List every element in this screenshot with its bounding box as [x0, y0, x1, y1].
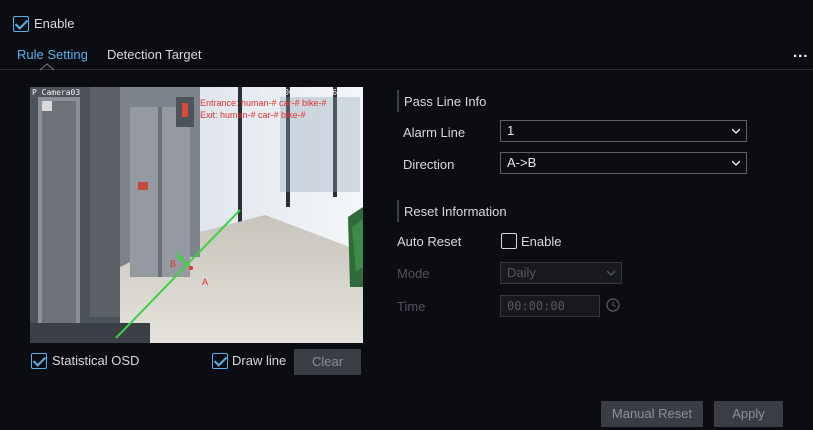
statistical-osd-label: Statistical OSD: [52, 353, 140, 368]
enable-checkbox[interactable]: [13, 16, 29, 32]
timestamp-osd: 2020/06/12 18:36:28: [260, 88, 352, 97]
manual-reset-button[interactable]: Manual Reset: [601, 401, 703, 427]
alarm-line-label: Alarm Line: [403, 125, 466, 140]
tab-detection-target[interactable]: Detection Target: [107, 47, 201, 62]
apply-button[interactable]: Apply: [714, 401, 783, 427]
time-value: 00:00:00: [507, 299, 565, 313]
auto-reset-enable-label: Enable: [521, 234, 562, 249]
clear-button[interactable]: Clear: [294, 349, 361, 375]
point-b-label: B: [170, 259, 177, 269]
clock-icon[interactable]: [606, 298, 620, 312]
camera-name-osd: P Camera03: [32, 88, 81, 97]
tab-detection-target-label: Detection Target: [107, 47, 202, 62]
point-a-label: A: [202, 277, 209, 287]
tab-rule-setting[interactable]: Rule Setting: [17, 47, 88, 62]
video-preview[interactable]: A B P Camera03 2020/06/12 18:36:28 Entra…: [30, 87, 363, 343]
mode-label: Mode: [397, 266, 430, 281]
auto-reset-label: Auto Reset: [397, 234, 462, 249]
pass-line-info-title: Pass Line Info: [404, 94, 487, 109]
tab-divider: [0, 69, 813, 70]
chevron-down-icon: [732, 160, 740, 167]
draw-line-checkbox[interactable]: [212, 353, 228, 369]
tab-rule-setting-label: Rule Setting: [17, 47, 88, 62]
reset-information-title: Reset Information: [404, 204, 507, 219]
chevron-down-icon: [607, 270, 615, 277]
statistical-osd-checkbox[interactable]: [31, 353, 47, 369]
entrance-count-osd: Entrance: human-# car-# bike-#: [200, 98, 327, 108]
pass-line-drawing: [115, 209, 241, 339]
direction-select[interactable]: A->B: [500, 152, 747, 174]
chevron-down-icon: [732, 128, 740, 135]
direction-label: Direction: [403, 157, 455, 172]
draw-line-label: Draw line: [232, 353, 287, 368]
direction-value: A->B: [507, 155, 537, 170]
more-options-button[interactable]: ...: [793, 44, 809, 61]
mode-select[interactable]: Daily: [500, 262, 622, 284]
time-label: Time: [397, 299, 426, 314]
mode-value: Daily: [507, 265, 536, 280]
time-input[interactable]: 00:00:00: [500, 295, 600, 317]
auto-reset-checkbox[interactable]: [501, 233, 517, 249]
enable-label: Enable: [34, 16, 75, 31]
alarm-line-select[interactable]: 1: [500, 120, 747, 142]
exit-count-osd: Exit: human-# car-# bike-#: [200, 110, 306, 120]
alarm-line-value: 1: [507, 123, 515, 138]
active-tab-pointer: [40, 63, 54, 71]
